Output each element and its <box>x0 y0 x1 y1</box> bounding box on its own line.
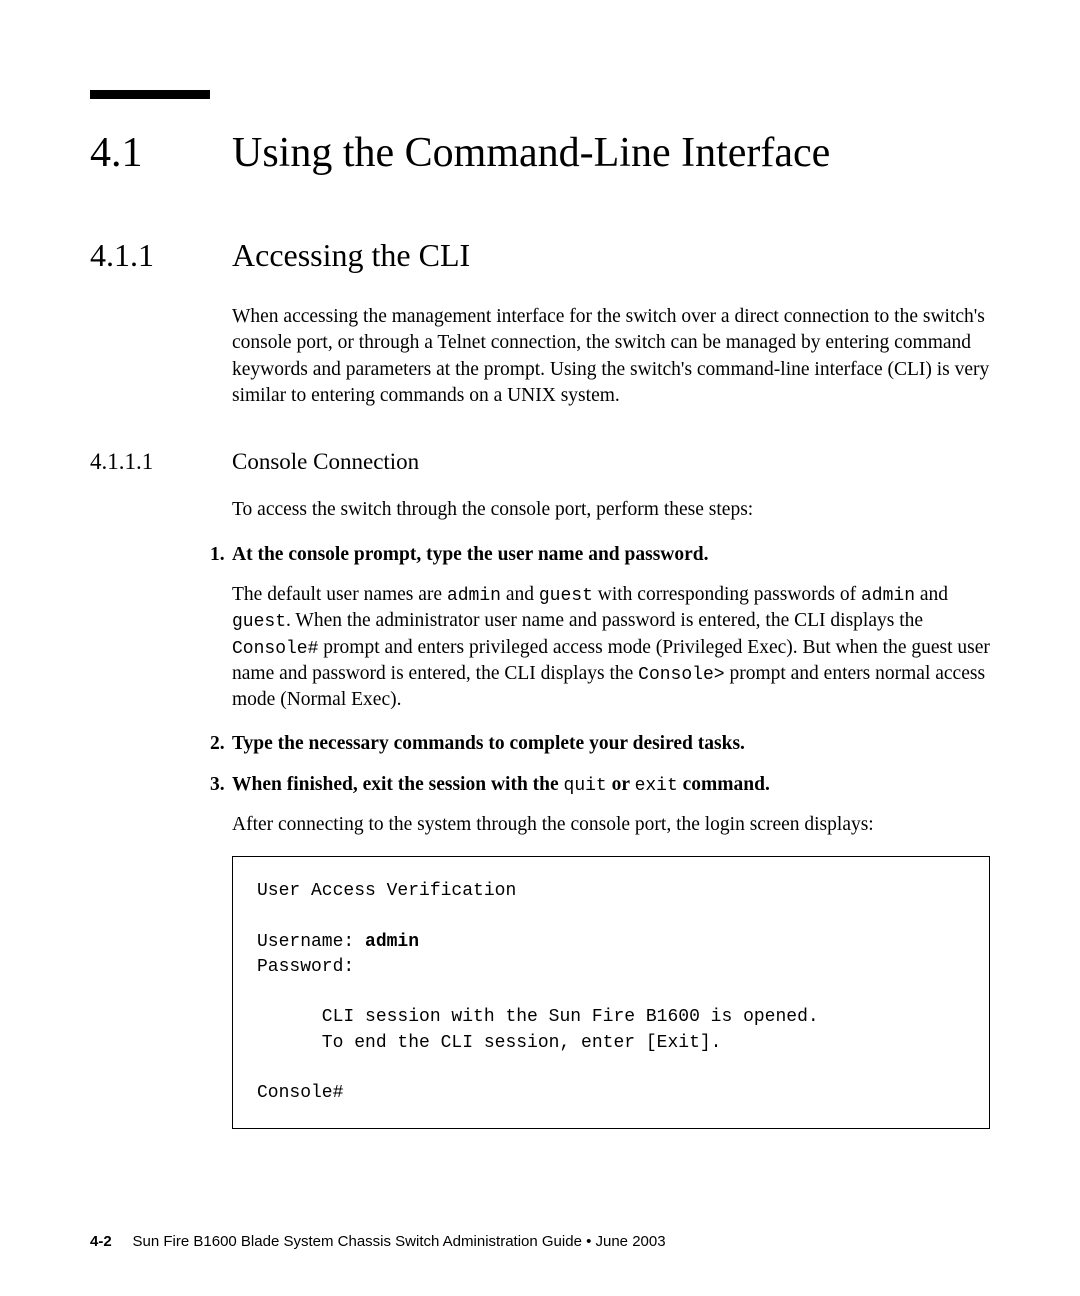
code-line: User Access Verification <box>257 881 516 901</box>
subsubsection-title: Console Connection <box>232 449 419 475</box>
text: . When the administrator user name and p… <box>286 610 923 631</box>
code-inline: quit <box>564 776 607 796</box>
code-line: Username: <box>257 932 365 952</box>
code-input: admin <box>365 932 419 952</box>
footer-text: Sun Fire B1600 Blade System Chassis Swit… <box>133 1233 666 1250</box>
subsection-number: 4.1.1 <box>90 237 232 274</box>
text: and <box>501 584 539 605</box>
text-bold: or <box>607 774 635 795</box>
section-title: Using the Command-Line Interface <box>232 129 830 177</box>
page-content: 4.1 Using the Command-Line Interface 4.1… <box>0 0 1080 1179</box>
step-3-heading: 3. When finished, exit the session with … <box>210 772 990 798</box>
code-inline: admin <box>861 586 915 606</box>
code-inline: exit <box>635 776 678 796</box>
code-line: Password: <box>257 957 354 977</box>
step-1-heading: 1. At the console prompt, type the user … <box>210 542 990 568</box>
page-footer: 4-2 Sun Fire B1600 Blade System Chassis … <box>90 1233 666 1250</box>
after-steps-text: After connecting to the system through t… <box>232 812 990 838</box>
code-block: User Access Verification Username: admin… <box>232 856 990 1129</box>
text-bold: When finished, exit the session with the <box>232 774 564 795</box>
text: and <box>915 584 948 605</box>
section-heading: 4.1 Using the Command-Line Interface <box>90 129 990 177</box>
text-bold: command. <box>678 774 770 795</box>
step-number: 3. <box>210 772 232 798</box>
step-number: 1. <box>210 542 232 568</box>
step-number: 2. <box>210 731 232 757</box>
subsubsection-number: 4.1.1.1 <box>90 449 232 475</box>
subsection-heading: 4.1.1 Accessing the CLI <box>90 237 990 274</box>
code-line: CLI session with the Sun Fire B1600 is o… <box>257 1007 819 1027</box>
step-2-heading: 2. Type the necessary commands to comple… <box>210 731 990 757</box>
code-line: To end the CLI session, enter [Exit]. <box>257 1033 721 1053</box>
subsubsection-heading: 4.1.1.1 Console Connection <box>90 449 990 475</box>
subsection-body: When accessing the management interface … <box>232 304 990 409</box>
text: with corresponding passwords of <box>593 584 861 605</box>
step-1-body: The default user names are admin and gue… <box>232 582 990 714</box>
section-bar <box>90 90 210 99</box>
code-inline: admin <box>447 586 501 606</box>
section-number: 4.1 <box>90 129 232 177</box>
step-title: When finished, exit the session with the… <box>232 772 770 798</box>
code-inline: Console# <box>232 639 318 659</box>
code-line: Console# <box>257 1083 343 1103</box>
step-title: Type the necessary commands to complete … <box>232 731 745 757</box>
text: The default user names are <box>232 584 447 605</box>
page-number: 4-2 <box>90 1233 112 1250</box>
code-inline: Console> <box>638 665 724 685</box>
subsection-title: Accessing the CLI <box>232 237 470 274</box>
intro-text: To access the switch through the console… <box>232 497 990 523</box>
code-inline: guest <box>539 586 593 606</box>
code-inline: guest <box>232 612 286 632</box>
step-title: At the console prompt, type the user nam… <box>232 542 709 568</box>
